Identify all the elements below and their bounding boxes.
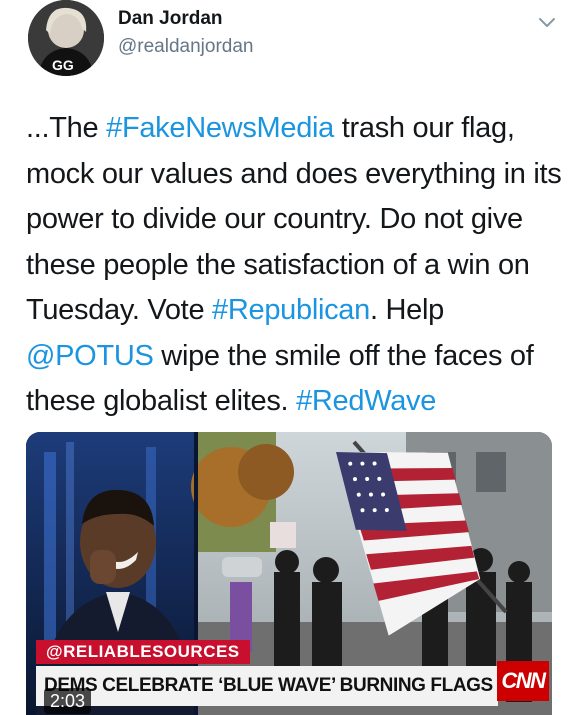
tweet-text: ...The #FakeNewsMedia trash our flag, mo… xyxy=(26,106,566,425)
chevron-down-icon[interactable] xyxy=(535,10,559,34)
svg-text:GG: GG xyxy=(52,57,74,73)
tweet-link[interactable]: @POTUS xyxy=(26,340,154,372)
author-name[interactable]: Dan Jordan xyxy=(118,8,223,30)
tweet-link[interactable]: #RedWave xyxy=(296,385,436,417)
avatar[interactable]: GG xyxy=(28,0,104,76)
tweet-text-segment: ...The xyxy=(26,112,107,144)
tweet-link[interactable]: #Republican xyxy=(212,294,370,326)
cnn-logo-icon: CNN xyxy=(497,661,549,701)
author-handle[interactable]: @realdanjordan xyxy=(118,36,254,58)
profile-avatar-image: GG xyxy=(28,0,104,76)
source-tag: @RELIABLESOURCES xyxy=(36,640,250,664)
tweet-text-segment: . Help xyxy=(369,294,444,326)
tweet-link[interactable]: #FakeNewsMedia xyxy=(106,112,334,144)
video-duration: 2:03 xyxy=(44,688,92,714)
video-headline: DEMS CELEBRATE ‘BLUE WAVE’ BURNING FLAGS… xyxy=(36,666,498,706)
